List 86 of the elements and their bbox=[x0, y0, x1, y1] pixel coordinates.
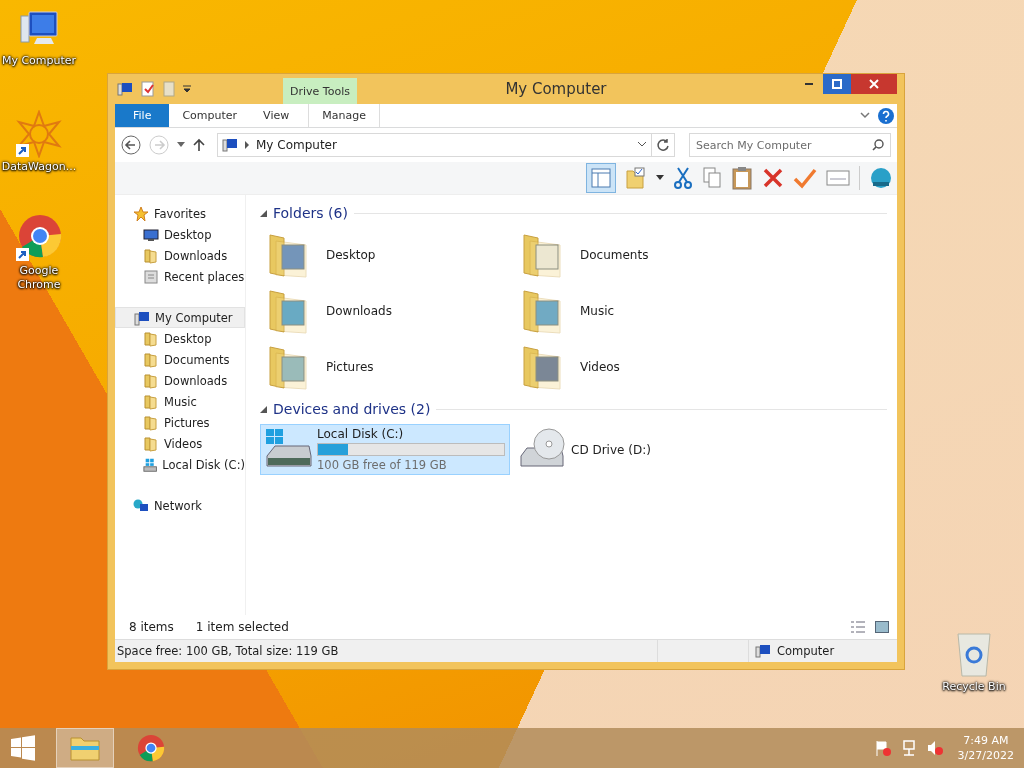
ribbon-tab[interactable]: Manage bbox=[308, 104, 380, 127]
drive-name: Local Disk (C:) bbox=[317, 427, 405, 441]
folder-item[interactable]: Music bbox=[514, 285, 768, 337]
refresh-icon[interactable] bbox=[652, 133, 675, 157]
folder-options-icon[interactable] bbox=[625, 166, 647, 190]
close-button[interactable] bbox=[851, 74, 897, 94]
drive-icon bbox=[143, 456, 158, 473]
help-icon[interactable] bbox=[878, 107, 894, 124]
computer-icon bbox=[755, 644, 771, 658]
nav-item[interactable]: Downloads bbox=[115, 370, 245, 391]
preview-pane-button[interactable] bbox=[586, 163, 616, 193]
nav-item[interactable]: Desktop bbox=[115, 328, 245, 349]
address-bar[interactable]: My Computer bbox=[217, 133, 652, 157]
folder-item[interactable]: Pictures bbox=[260, 341, 514, 393]
computer-icon[interactable] bbox=[117, 81, 133, 97]
globe-icon[interactable] bbox=[869, 166, 893, 190]
folder-item[interactable]: Videos bbox=[514, 341, 768, 393]
copy-icon[interactable] bbox=[702, 166, 722, 190]
chrome-icon bbox=[136, 733, 166, 763]
expand-ribbon-icon[interactable] bbox=[860, 111, 870, 120]
dropdown-icon[interactable] bbox=[183, 85, 191, 93]
folder-icon bbox=[143, 393, 159, 410]
maximize-icon bbox=[832, 79, 842, 89]
star-icon bbox=[133, 205, 149, 222]
collapse-icon[interactable] bbox=[260, 209, 267, 217]
status-details: Space free: 100 GB, Total size: 119 GB bbox=[116, 644, 340, 658]
nav-item[interactable]: Documents bbox=[115, 349, 245, 370]
back-icon[interactable] bbox=[121, 135, 141, 155]
nav-item[interactable]: Desktop bbox=[115, 224, 245, 245]
star-logo-icon[interactable] bbox=[15, 110, 63, 158]
context-tab-group: Drive Tools bbox=[283, 78, 357, 104]
nav-item[interactable]: Pictures bbox=[115, 412, 245, 433]
drive-item[interactable]: CD Drive (D:) bbox=[514, 424, 764, 475]
free-space-text: 100 GB free of 119 GB bbox=[317, 458, 448, 472]
start-button-icon[interactable] bbox=[10, 735, 36, 761]
nav-item[interactable]: Network bbox=[115, 495, 245, 516]
delete-icon[interactable] bbox=[762, 167, 784, 189]
properties-icon[interactable] bbox=[141, 81, 155, 97]
ribbon-tab[interactable]: View bbox=[250, 104, 303, 127]
nav-item[interactable]: Local Disk (C:) bbox=[115, 454, 245, 475]
up-icon[interactable] bbox=[193, 138, 205, 152]
selection-count: 1 item selected bbox=[195, 620, 289, 634]
search-icon[interactable] bbox=[872, 139, 884, 151]
ribbon-tab[interactable]: Computer bbox=[169, 104, 251, 127]
maximize-button[interactable] bbox=[823, 74, 851, 94]
nav-item[interactable]: Videos bbox=[115, 433, 245, 454]
folder-icon bbox=[143, 330, 159, 347]
drive-item[interactable]: Local Disk (C:) 100 GB free of 119 GB bbox=[260, 424, 510, 475]
computer-icon bbox=[134, 309, 150, 326]
close-icon bbox=[869, 79, 879, 89]
nav-item[interactable]: Favorites bbox=[115, 203, 245, 224]
minimize-icon bbox=[805, 83, 813, 85]
group-heading[interactable]: Devices and drives (2) bbox=[273, 401, 431, 417]
network-icon bbox=[133, 497, 149, 514]
folder-icon bbox=[69, 734, 101, 762]
flag-icon[interactable] bbox=[873, 739, 892, 757]
ribbon-tab[interactable]: File bbox=[115, 104, 170, 127]
folder-item[interactable]: Desktop bbox=[260, 229, 514, 281]
collapse-icon[interactable] bbox=[260, 405, 267, 413]
checkmark-icon[interactable] bbox=[793, 167, 817, 189]
group-heading[interactable]: Folders (6) bbox=[273, 205, 348, 221]
folder-item[interactable]: Documents bbox=[514, 229, 768, 281]
folder-icon bbox=[143, 372, 159, 389]
recycle-bin-icon[interactable] bbox=[954, 630, 994, 678]
folder-icon bbox=[143, 247, 159, 264]
search-field[interactable]: Search My Computer bbox=[689, 133, 891, 157]
speaker-icon[interactable] bbox=[925, 739, 944, 757]
monitor-icon bbox=[143, 226, 159, 243]
clipboard-icon[interactable] bbox=[731, 166, 753, 190]
scissors-icon[interactable] bbox=[673, 166, 693, 190]
large-icons-view-icon[interactable] bbox=[875, 621, 889, 633]
drive-name: CD Drive (D:) bbox=[571, 442, 652, 457]
nav-item[interactable]: My Computer bbox=[115, 307, 245, 328]
folder-icon bbox=[143, 351, 159, 368]
nav-item[interactable]: Recent places bbox=[115, 266, 245, 287]
status-location: Computer bbox=[777, 644, 835, 658]
folder-icon bbox=[143, 414, 159, 431]
window-title: My Computer bbox=[504, 80, 608, 98]
item-count: 8 items bbox=[129, 620, 174, 634]
recent-places-icon bbox=[143, 268, 159, 285]
nav-item[interactable]: Downloads bbox=[115, 245, 245, 266]
folder-item[interactable]: Downloads bbox=[260, 285, 514, 337]
recent-locations-icon[interactable] bbox=[177, 142, 185, 148]
nav-item[interactable]: Music bbox=[115, 391, 245, 412]
dropdown-icon[interactable] bbox=[656, 175, 664, 181]
folder-icon bbox=[143, 435, 159, 452]
